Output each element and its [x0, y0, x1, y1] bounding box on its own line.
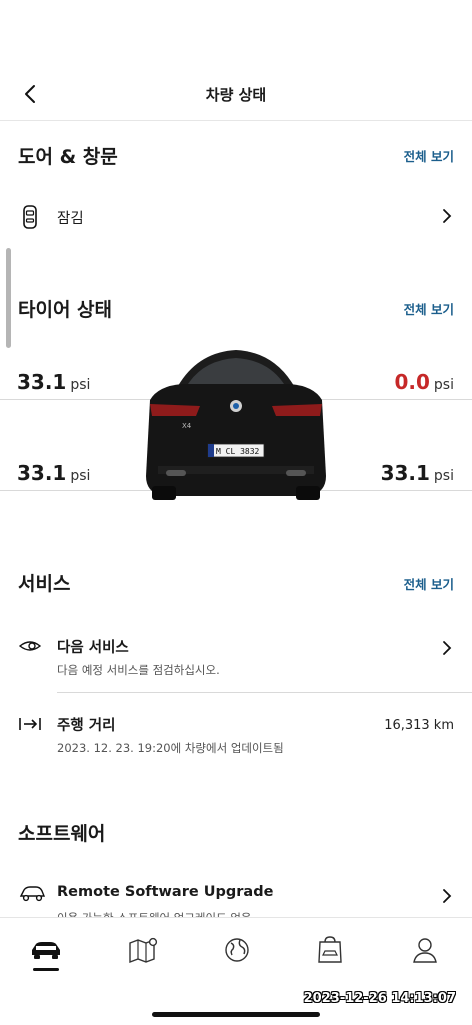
home-indicator[interactable]: [152, 1012, 320, 1017]
scroll-indicator[interactable]: [6, 248, 11, 348]
service-eye-icon: [18, 638, 42, 658]
tire-rear-left-value: 33.1: [17, 461, 67, 485]
odometer-arrow-icon: [18, 716, 42, 735]
tab-connected[interactable]: [220, 934, 254, 966]
tires-view-all-link[interactable]: 전체 보기: [404, 299, 454, 318]
next-service-subtitle: 다음 예정 서비스를 점검하십시오.: [57, 663, 220, 677]
active-tab-indicator: [33, 968, 59, 971]
header-divider: [0, 120, 472, 121]
chevron-right-icon: [442, 888, 452, 908]
software-upgrade-title: Remote Software Upgrade: [57, 884, 274, 900]
lock-status-label: 잠김: [57, 211, 84, 227]
service-view-all-link[interactable]: 전체 보기: [404, 574, 454, 593]
tire-rear-right: 33.1 psi: [381, 461, 454, 485]
map-icon: [129, 937, 158, 963]
profile-icon: [413, 938, 437, 963]
tire-front-right: 0.0 psi: [394, 370, 454, 394]
tire-unit: psi: [433, 377, 454, 393]
tire-front-left-value: 33.1: [17, 370, 67, 394]
mileage-row: 주행 거리 2023. 12. 23. 19:20에 차량에서 업데이트됨 16…: [0, 706, 472, 762]
model-badge: X4: [182, 422, 192, 430]
next-service-row[interactable]: 다음 서비스 다음 예정 서비스를 점검하십시오.: [0, 628, 472, 684]
screenshot-timestamp: 2023-12-26 14:13:07: [303, 991, 456, 1006]
bottom-tab-bar: [0, 917, 472, 1025]
tab-car[interactable]: [29, 934, 63, 966]
tire-unit: psi: [433, 468, 454, 484]
top-bar: 차량 상태: [0, 72, 472, 116]
tab-profile[interactable]: [408, 934, 442, 966]
software-upgrade-row[interactable]: Remote Software Upgrade 이용 가능한 소프트웨어 업그레…: [0, 878, 472, 918]
shop-icon: [318, 936, 342, 963]
doors-view-all-link[interactable]: 전체 보기: [404, 146, 454, 165]
tire-front-right-value: 0.0: [394, 370, 430, 394]
lock-status-row[interactable]: 잠김: [0, 196, 472, 236]
tire-front-left: 33.1 psi: [17, 370, 90, 394]
mileage-title: 주행 거리: [57, 718, 116, 734]
license-plate: M CL 3832: [216, 447, 260, 456]
tire-rear-right-value: 33.1: [380, 461, 430, 485]
next-service-title: 다음 서비스: [57, 640, 129, 656]
car-lock-icon: [18, 204, 42, 234]
tire-rear-left: 33.1 psi: [17, 461, 90, 485]
chevron-right-icon: [442, 640, 452, 660]
car-icon: [32, 942, 60, 959]
tire-unit: psi: [70, 468, 91, 484]
service-section-title: 서비스: [18, 573, 71, 595]
tire-unit: psi: [70, 377, 91, 393]
doors-section-title: 도어 & 창문: [18, 146, 118, 168]
tab-map[interactable]: [126, 934, 160, 966]
globe-icon: [225, 938, 249, 962]
car-update-icon: [18, 884, 46, 906]
tab-shop[interactable]: [313, 934, 347, 966]
mileage-value: 16,313 km: [384, 718, 454, 733]
service-divider: [57, 692, 472, 693]
software-section-title: 소프트웨어: [18, 823, 106, 845]
chevron-right-icon: [442, 208, 452, 228]
tires-section-title: 타이어 상태: [18, 299, 113, 321]
mileage-updated-note: 2023. 12. 23. 19:20에 차량에서 업데이트됨: [57, 741, 284, 755]
page-title: 차량 상태: [205, 86, 267, 104]
car-rear-image: X4 M CL 3832: [138, 346, 334, 532]
